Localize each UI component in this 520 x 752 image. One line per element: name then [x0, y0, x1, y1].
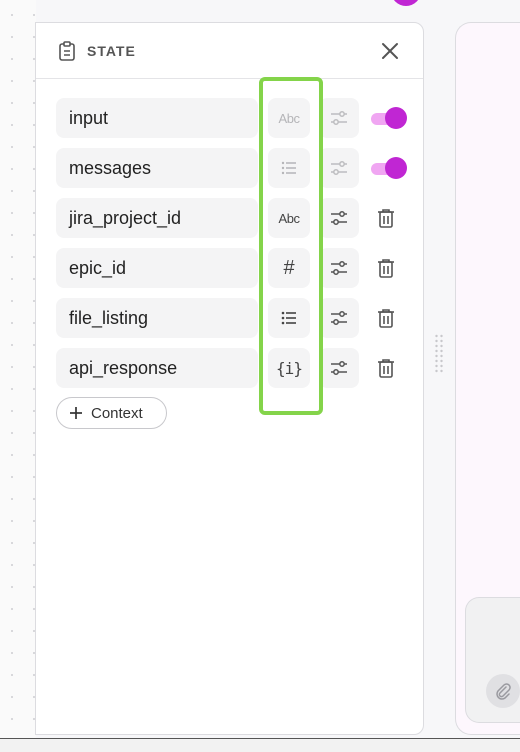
add-context-button[interactable]: Context — [56, 397, 167, 429]
field-name-epic-id[interactable]: epic_id — [56, 248, 258, 288]
settings-button[interactable] — [319, 198, 359, 238]
state-row-epic-id: epic_id # — [56, 248, 416, 288]
trash-icon[interactable] — [374, 356, 398, 380]
field-name-input[interactable]: input — [56, 98, 258, 138]
user-avatar[interactable] — [391, 0, 421, 6]
drag-handle-icon[interactable] — [434, 334, 444, 374]
paperclip-icon — [496, 683, 511, 700]
state-row-api-response: api_response {i} — [56, 348, 416, 388]
state-row-file-listing: file_listing — [56, 298, 416, 338]
clipboard-icon — [59, 41, 75, 61]
toggle-knob — [385, 107, 407, 129]
close-icon[interactable] — [379, 40, 401, 62]
trash-icon[interactable] — [374, 206, 398, 230]
toggle-knob — [385, 157, 407, 179]
field-name-api-response[interactable]: api_response — [56, 348, 258, 388]
settings-button[interactable] — [319, 298, 359, 338]
state-row-jira-project-id: jira_project_id Abc — [56, 198, 416, 238]
canvas-grid[interactable] — [0, 0, 36, 752]
sliders-icon — [331, 111, 347, 125]
sliders-icon — [331, 161, 347, 175]
app-root: STATE input Abc messages jira_project_id… — [0, 0, 520, 752]
field-name-messages[interactable]: messages — [56, 148, 258, 188]
state-panel: STATE input Abc messages jira_project_id… — [35, 22, 424, 735]
panel-title: STATE — [87, 43, 136, 59]
sliders-icon — [331, 311, 347, 325]
settings-button[interactable] — [319, 248, 359, 288]
bottom-bar — [0, 738, 520, 752]
field-name-file-listing[interactable]: file_listing — [56, 298, 258, 338]
settings-button[interactable] — [319, 348, 359, 388]
settings-button[interactable] — [319, 148, 359, 188]
attach-button[interactable] — [486, 674, 520, 708]
field-name-jira-project-id[interactable]: jira_project_id — [56, 198, 258, 238]
state-row-input: input Abc — [56, 98, 416, 138]
state-row-messages: messages — [56, 148, 416, 188]
type-column-highlight — [259, 77, 323, 415]
toggle-switch[interactable] — [369, 157, 407, 179]
plus-icon — [70, 407, 82, 419]
sliders-icon — [331, 361, 347, 375]
trash-icon[interactable] — [374, 256, 398, 280]
sliders-icon — [331, 211, 347, 225]
toggle-switch[interactable] — [369, 107, 407, 129]
add-context-label: Context — [91, 404, 143, 422]
panel-header: STATE — [36, 23, 423, 79]
trash-icon[interactable] — [374, 306, 398, 330]
settings-button[interactable] — [319, 98, 359, 138]
sliders-icon — [331, 261, 347, 275]
